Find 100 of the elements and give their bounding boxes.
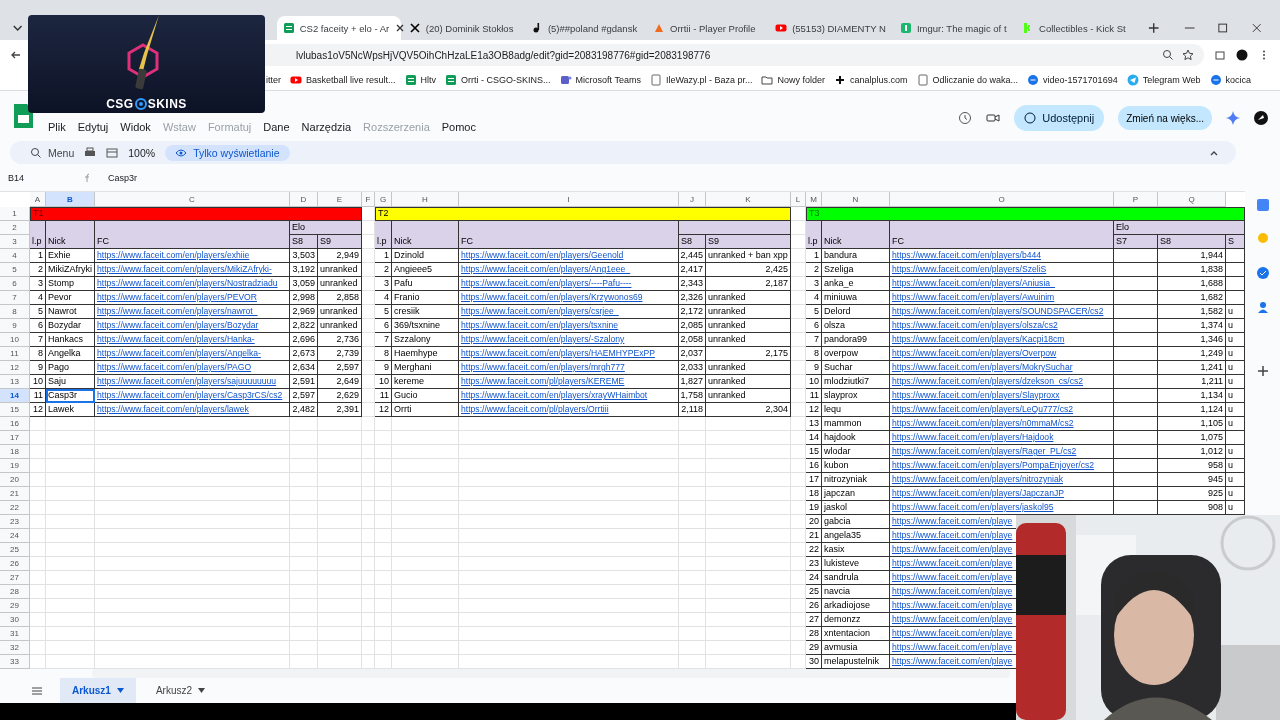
bookmark[interactable]: IleWazy.pl - Baza pr... xyxy=(649,74,753,86)
menu-search[interactable]: Menu xyxy=(30,146,75,159)
link[interactable]: https://www.faceit.com/en/players/b444 xyxy=(892,249,1042,262)
link[interactable]: https://www.faceit.com/en/players/----Pafu---- xyxy=(461,277,632,290)
table-cell[interactable]: gabcia xyxy=(822,515,890,529)
link[interactable]: https://www.faceit.com/en/players/SzeliS xyxy=(892,263,1047,276)
table-cell[interactable]: melapustelnik xyxy=(822,655,890,669)
bookmark[interactable]: Basketball live result... xyxy=(290,74,396,86)
menu-item[interactable]: Widok xyxy=(120,121,151,133)
link[interactable]: https://www.faceit.com/en/players/Rager_PL/cs2 xyxy=(892,445,1077,458)
row-header[interactable]: 21 xyxy=(0,487,30,501)
upgrade-button[interactable]: Zmień na więks... xyxy=(1118,106,1212,130)
link[interactable]: https://www.faceit.com/en/players/exhiie xyxy=(97,249,250,262)
link[interactable]: https://www.faceit.com/en/players/dzekson_cs/cs2 xyxy=(892,375,1084,388)
link[interactable]: https://www.faceit.com/en/playe xyxy=(892,641,1013,654)
table-cell[interactable]: Stomp xyxy=(46,277,95,291)
browser-tab[interactable]: Imgur: The magic of t xyxy=(893,16,1015,40)
table-cell[interactable]: kubon xyxy=(822,459,890,473)
link[interactable]: https://www.faceit.com/en/players/HAEMHYPExPP xyxy=(461,347,655,360)
link[interactable]: https://www.faceit.com/en/players/Slayproxx xyxy=(892,389,1060,402)
link[interactable]: https://www.faceit.com/en/players/Geenold xyxy=(461,249,624,262)
browser-tab[interactable]: (20) Dominik Stokłos xyxy=(402,16,523,40)
link[interactable]: https://www.faceit.com/en/players/PEVOR xyxy=(97,291,257,304)
row-header[interactable]: 30 xyxy=(0,613,30,627)
link[interactable]: https://www.faceit.com/en/playe xyxy=(892,585,1013,598)
link[interactable]: https://www.faceit.com/en/players/LeQu777/cs2 xyxy=(892,403,1074,416)
table-cell[interactable]: Szzalony xyxy=(392,333,459,347)
link[interactable]: https://www.faceit.com/en/playe xyxy=(892,571,1013,584)
bookmark[interactable]: Odliczanie do waka... xyxy=(916,74,1019,86)
link[interactable]: https://www.faceit.com/en/playe xyxy=(892,557,1013,570)
column-header[interactable]: D xyxy=(290,192,318,207)
browser-tab[interactable]: (55153) DIAMENTY N xyxy=(769,16,892,40)
column-header[interactable]: A xyxy=(30,192,46,207)
table-cell[interactable]: demonzz xyxy=(822,613,890,627)
table-cell[interactable]: Bozydar xyxy=(46,319,95,333)
table-cell[interactable]: Hankacs xyxy=(46,333,95,347)
table-cell[interactable]: Suchar xyxy=(822,361,890,375)
link[interactable]: https://www.faceit.com/en/playe xyxy=(892,627,1013,640)
bookmark[interactable]: video-1571701694 xyxy=(1027,74,1118,86)
link[interactable]: https://www.faceit.com/en/players/nawrot_ xyxy=(97,305,258,318)
link[interactable]: https://www.faceit.com/en/players/Bozydar xyxy=(97,319,259,332)
link[interactable]: https://www.faceit.com/en/players/csrjee_ xyxy=(461,305,619,318)
link[interactable]: https://www.faceit.com/en/playe xyxy=(892,613,1013,626)
row-header[interactable]: 5 xyxy=(0,263,30,277)
bookmark[interactable]: Orrti - CSGO-SKINS... xyxy=(445,74,551,86)
link[interactable]: https://www.faceit.com/en/players/nitrozyniak xyxy=(892,473,1063,486)
table-cell[interactable]: Casp3r xyxy=(46,389,95,403)
table-cell[interactable]: Nawrot xyxy=(46,305,95,319)
row-header[interactable]: 3 xyxy=(0,235,30,249)
link[interactable]: https://www.faceit.com/en/players/Angelka- xyxy=(97,347,261,360)
column-header[interactable]: J xyxy=(679,192,706,207)
link[interactable]: https://www.faceit.com/en/players/olsza/cs2 xyxy=(892,319,1058,332)
row-header[interactable]: 33 xyxy=(0,655,30,669)
link[interactable]: https://www.faceit.com/en/players/Hajdook xyxy=(892,431,1054,444)
browser-tab[interactable]: Orrtii - Player Profile xyxy=(647,16,768,40)
row-header[interactable]: 23 xyxy=(0,515,30,529)
column-header[interactable]: Q xyxy=(1158,192,1226,207)
link[interactable]: https://www.faceit.com/en/players/sajuuuuuuuu xyxy=(97,375,277,388)
column-header[interactable]: H xyxy=(392,192,459,207)
link[interactable]: https://www.faceit.com/en/players/mrgh777 xyxy=(461,361,625,374)
browser-tab[interactable]: (5)##poland #gdansk xyxy=(524,16,645,40)
view-mode-chip[interactable]: Tylko wyświetlanie xyxy=(165,144,290,161)
bookmark[interactable]: Microsoft Teams xyxy=(559,74,641,86)
table-cell[interactable]: Franio xyxy=(392,291,459,305)
zoom-select[interactable]: 100% xyxy=(128,146,156,159)
table-cell[interactable]: Haemhype xyxy=(392,347,459,361)
row-header[interactable]: 9 xyxy=(0,319,30,333)
table-cell[interactable]: navcia xyxy=(822,585,890,599)
browser-tab[interactable]: Collectibles - Kick St xyxy=(1016,16,1137,40)
link[interactable]: https://www.faceit.com/en/players/-Szalony xyxy=(461,333,625,346)
table-cell[interactable]: sandrula xyxy=(822,571,890,585)
row-header[interactable]: 8 xyxy=(0,305,30,319)
row-header[interactable]: 4 xyxy=(0,249,30,263)
link[interactable]: https://www.faceit.com/en/players/Nostradziadu xyxy=(97,277,278,290)
table-cell[interactable]: Merghani xyxy=(392,361,459,375)
share-button[interactable]: Udostępnij xyxy=(1014,105,1105,131)
row-header[interactable]: 31 xyxy=(0,627,30,641)
row-header[interactable]: 22 xyxy=(0,501,30,515)
table-cell[interactable]: Pevor xyxy=(46,291,95,305)
bookmark[interactable]: Nowy folder xyxy=(761,74,825,86)
link[interactable]: https://www.faceit.com/en/players/Ang1eee_ xyxy=(461,263,631,276)
table-cell[interactable]: slayprox xyxy=(822,389,890,403)
menu-item[interactable]: Pomoc xyxy=(441,121,476,133)
table-cell[interactable]: kereme xyxy=(392,375,459,389)
link[interactable]: https://www.faceit.com/en/players/Overpow xyxy=(892,347,1057,360)
link[interactable]: https://www.faceit.com/pl/players/KEREME xyxy=(461,375,625,388)
link[interactable]: https://www.faceit.com/en/players/Hanka- xyxy=(97,333,255,346)
sheet-tab[interactable]: Arkusz1 xyxy=(60,678,136,703)
menu-item[interactable]: Edytuj xyxy=(77,121,109,133)
table-cell[interactable]: lequ xyxy=(822,403,890,417)
table-cell[interactable]: cresiik xyxy=(392,305,459,319)
link[interactable]: https://www.faceit.com/en/playe xyxy=(892,543,1013,556)
table-cell[interactable]: 369/tsxnine xyxy=(392,319,459,333)
column-header[interactable]: C xyxy=(95,192,290,207)
row-header[interactable]: 26 xyxy=(0,557,30,571)
link[interactable]: https://www.faceit.com/en/players/SOUNDSPACER/cs2 xyxy=(892,305,1104,318)
row-header[interactable]: 6 xyxy=(0,277,30,291)
row-header[interactable]: 32 xyxy=(0,641,30,655)
column-header[interactable]: B xyxy=(46,192,95,207)
row-header[interactable]: 16 xyxy=(0,417,30,431)
